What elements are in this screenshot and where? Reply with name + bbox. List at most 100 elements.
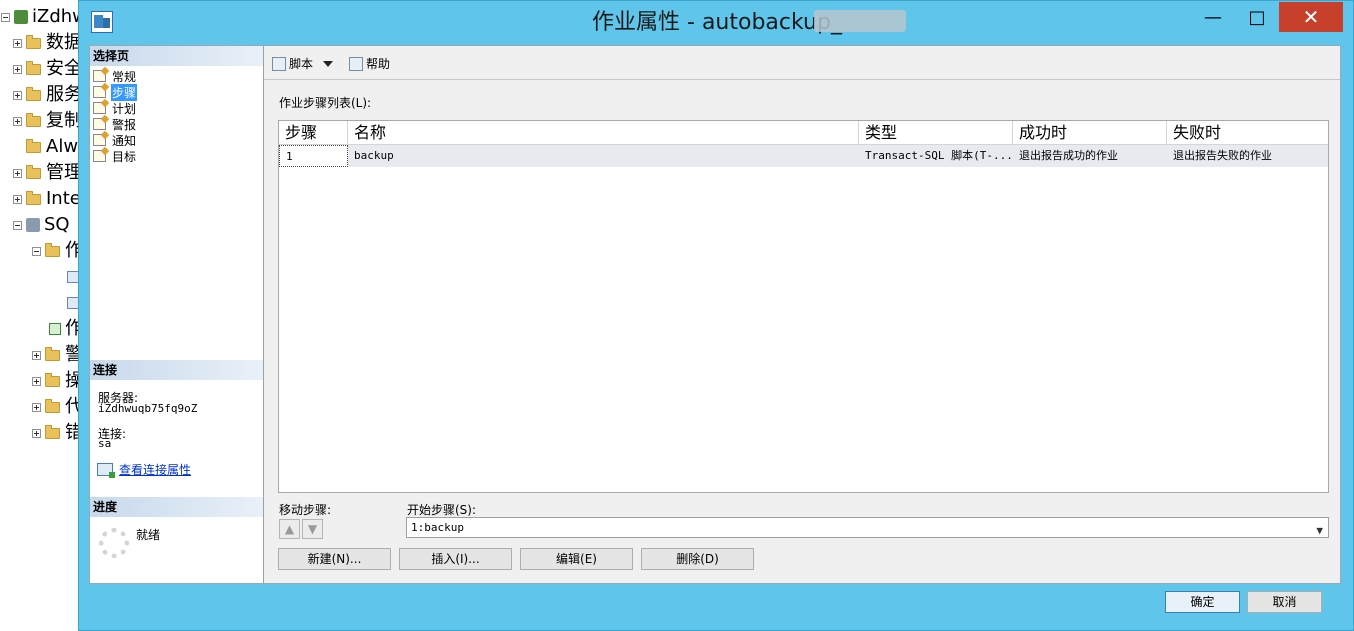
- folder-icon: [26, 112, 41, 127]
- move-step-label: 移动步骤:: [279, 503, 332, 517]
- tree-node-error-logs[interactable]: 错: [32, 420, 83, 446]
- tree-node-proxies[interactable]: 代: [32, 394, 83, 420]
- left-panel: 选择页 常规 步骤 计划 警报 通知 目标 连接 服务器: iZdhwuqb75…: [90, 46, 264, 583]
- page-icon: [93, 86, 106, 98]
- agent-icon: [26, 218, 40, 232]
- progress-spinner-icon: [99, 528, 129, 558]
- expand-icon[interactable]: [32, 402, 41, 412]
- expand-icon[interactable]: [13, 64, 22, 74]
- tree-node-databases[interactable]: 数据: [13, 30, 82, 56]
- start-step-select[interactable]: 1:backup ▼: [406, 517, 1329, 538]
- folder-icon: [45, 372, 60, 387]
- page-label: 步骤: [111, 83, 138, 101]
- page-item-targets[interactable]: 目标: [93, 148, 137, 164]
- page-item-steps[interactable]: 步骤: [93, 83, 138, 101]
- chevron-down-icon[interactable]: [323, 60, 334, 67]
- collapse-icon[interactable]: [32, 246, 41, 256]
- connection-properties-icon: [97, 463, 115, 478]
- tree-node-alwayson[interactable]: Alw: [26, 134, 78, 160]
- help-icon: [349, 56, 363, 71]
- folder-icon: [26, 34, 41, 49]
- table-row[interactable]: 1 backup Transact-SQL 脚本(T-... 退出报告成功的作业…: [279, 145, 1328, 167]
- cell-on-success[interactable]: 退出报告成功的作业: [1013, 145, 1167, 167]
- dialog-client-area: 选择页 常规 步骤 计划 警报 通知 目标 连接 服务器: iZdhwuqb75…: [89, 45, 1341, 584]
- page-item-general[interactable]: 常规: [93, 68, 137, 84]
- expand-icon[interactable]: [32, 428, 41, 438]
- progress-status: 就绪: [136, 528, 161, 542]
- minimize-button[interactable]: —: [1191, 2, 1235, 32]
- page-item-alerts[interactable]: 警报: [93, 116, 137, 132]
- expand-icon[interactable]: [13, 168, 22, 178]
- folder-icon: [26, 190, 41, 205]
- maximize-button[interactable]: □: [1235, 2, 1279, 32]
- chevron-down-icon[interactable]: ▼: [1316, 521, 1323, 540]
- column-header-step[interactable]: 步骤: [279, 121, 348, 145]
- page-label: 计划: [112, 101, 137, 116]
- view-connection-properties[interactable]: 查看连接属性: [97, 461, 191, 478]
- tree-node-server-objects[interactable]: 服务: [13, 82, 82, 108]
- expand-icon[interactable]: [13, 38, 22, 48]
- expand-icon[interactable]: [13, 116, 22, 126]
- tree-node-jobs[interactable]: 作: [32, 238, 83, 264]
- delete-step-button[interactable]: 删除(D): [641, 548, 754, 570]
- script-icon: [272, 56, 286, 71]
- maximize-icon: □: [1248, 6, 1266, 28]
- ok-button[interactable]: 确定: [1165, 591, 1240, 613]
- expand-icon[interactable]: [32, 350, 41, 360]
- page-item-notifications[interactable]: 通知: [93, 132, 137, 148]
- expand-icon[interactable]: [13, 194, 22, 204]
- redacted-region: [814, 10, 906, 32]
- edit-step-button[interactable]: 编辑(E): [520, 548, 633, 570]
- help-label: 帮助: [366, 57, 391, 71]
- object-explorer-tree: iZdhw 数据 安全 服务 复制 Alw 管理 Inte SQ 作 作 警 操…: [0, 0, 87, 631]
- folder-icon: [26, 138, 41, 153]
- move-up-button[interactable]: ▲: [279, 519, 300, 539]
- tree-node-operators[interactable]: 操: [32, 368, 83, 394]
- expand-icon[interactable]: [32, 376, 41, 386]
- tree-node-integration[interactable]: Inte: [13, 186, 81, 212]
- script-button[interactable]: 脚本: [272, 55, 334, 72]
- toolbar: 脚本 帮助: [264, 46, 1340, 80]
- collapse-icon[interactable]: [13, 220, 22, 230]
- tree-node-alerts[interactable]: 警: [32, 342, 83, 368]
- job-properties-dialog: 作业属性 - autobackup_ — □ ✕ 选择页 常规 步骤 计划 警报…: [78, 0, 1354, 631]
- cell-step[interactable]: 1: [279, 145, 348, 167]
- arrow-up-icon: ▲: [284, 522, 295, 536]
- cancel-button[interactable]: 取消: [1247, 591, 1322, 613]
- column-header-on-failure[interactable]: 失败时: [1167, 121, 1328, 145]
- steps-list-caption: 作业步骤列表(L):: [279, 96, 372, 110]
- page-label: 警报: [112, 117, 137, 132]
- tree-node-security[interactable]: 安全: [13, 56, 82, 82]
- column-header-type[interactable]: 类型: [859, 121, 1013, 145]
- page-icon: [93, 150, 106, 162]
- view-connection-link[interactable]: 查看连接属性: [119, 461, 191, 478]
- column-header-on-success[interactable]: 成功时: [1013, 121, 1167, 145]
- close-button[interactable]: ✕: [1279, 2, 1343, 32]
- new-step-button[interactable]: 新建(N)...: [278, 548, 391, 570]
- tree-node-management[interactable]: 管理: [13, 160, 82, 186]
- progress-header: 进度: [90, 497, 263, 517]
- tree-node-server[interactable]: iZdhw: [1, 4, 87, 30]
- folder-icon: [45, 398, 60, 413]
- cell-name[interactable]: backup: [348, 145, 859, 167]
- tree-node-replication[interactable]: 复制: [13, 108, 82, 134]
- help-button[interactable]: 帮助: [349, 55, 390, 72]
- close-icon: ✕: [1302, 5, 1320, 29]
- insert-step-button[interactable]: 插入(I)...: [399, 548, 512, 570]
- cell-on-failure[interactable]: 退出报告失败的作业: [1167, 145, 1328, 167]
- collapse-icon[interactable]: [1, 12, 10, 22]
- activity-monitor-icon: [49, 323, 61, 335]
- server-icon: [14, 10, 28, 24]
- expand-icon[interactable]: [13, 90, 22, 100]
- move-down-button[interactable]: ▼: [302, 519, 323, 539]
- script-label: 脚本: [289, 57, 314, 71]
- page-label: 通知: [112, 133, 137, 148]
- cell-type[interactable]: Transact-SQL 脚本(T-...: [859, 145, 1013, 167]
- page-icon: [93, 118, 106, 130]
- window-title: 作业属性 - autobackup_: [592, 10, 842, 35]
- steps-grid[interactable]: 步骤 名称 类型 成功时 失败时 1 backup Transact-SQL 脚…: [278, 120, 1329, 493]
- column-header-name[interactable]: 名称: [348, 121, 859, 145]
- page-item-schedules[interactable]: 计划: [93, 100, 137, 116]
- title-bar[interactable]: 作业属性 - autobackup_ — □ ✕: [79, 1, 1354, 45]
- tree-node-sql-agent[interactable]: SQ: [13, 212, 70, 238]
